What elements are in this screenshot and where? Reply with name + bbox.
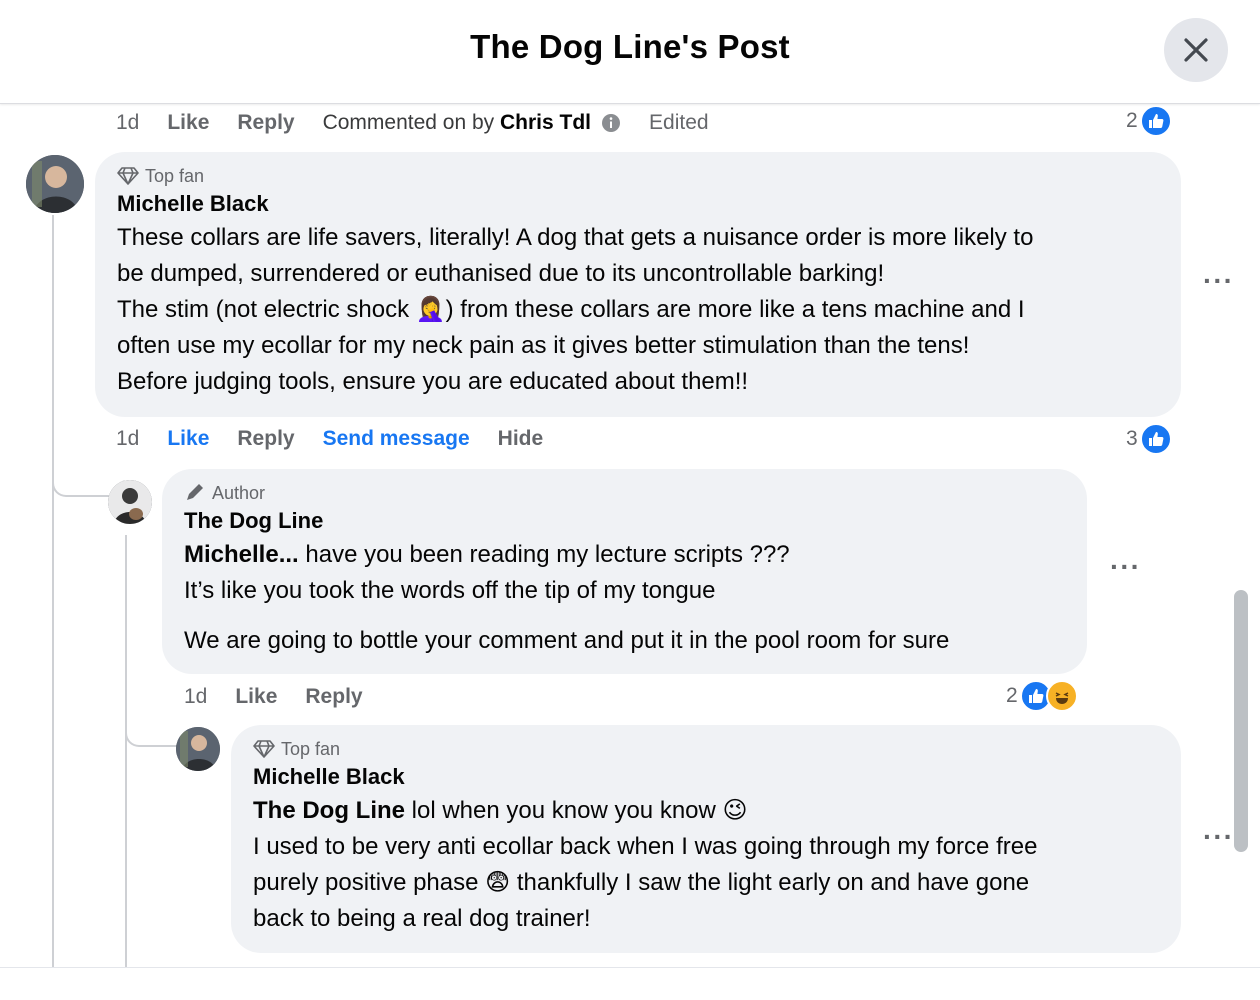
badge-label: Top fan <box>145 165 205 186</box>
author-badge: Author <box>184 481 1065 505</box>
prev-comment-actions: 1d Like Reply Commented on by Chris Tdl … <box>116 107 737 139</box>
like-link[interactable]: Like <box>235 685 277 709</box>
haha-reaction-icon <box>1045 680 1078 712</box>
close-icon <box>1184 38 1208 62</box>
diamond-icon <box>117 167 139 185</box>
scrollbar[interactable] <box>1234 590 1248 852</box>
more-options-button[interactable]: ··· <box>1110 551 1141 583</box>
comment-line: The stim (not electric shock 🤦‍♀️) from … <box>117 296 1025 323</box>
comment-line: We are going to bottle your comment and … <box>184 627 950 654</box>
top-fan-badge: Top fan <box>117 164 1159 188</box>
post-header: The Dog Line's Post <box>0 0 1260 104</box>
diamond-icon <box>253 740 275 758</box>
timestamp: 1d <box>116 427 140 450</box>
comment-line: Michelle... have you been reading my lec… <box>184 537 1065 573</box>
mention[interactable]: Michelle... <box>184 541 299 568</box>
reply-actions: 1d Like Reply <box>184 681 391 713</box>
comment-line: be dumped, surrendered or euthanised due… <box>117 260 885 287</box>
comment-line: back to being a real dog trainer! <box>253 905 591 932</box>
reaction-summary[interactable]: 3 <box>1126 423 1172 455</box>
page-title: The Dog Line's Post <box>470 28 790 65</box>
comment-bubble: Top fan Michelle Black These collars are… <box>95 152 1181 417</box>
comment-line: These collars are life savers, literally… <box>117 224 1034 251</box>
pencil-icon <box>187 484 203 500</box>
thread-line <box>52 445 110 497</box>
reaction-summary[interactable]: 2 <box>1126 105 1172 137</box>
comment-text: These collars are life savers, literally… <box>117 220 1159 400</box>
reply-bubble: Author The Dog Line Michelle... have you… <box>162 469 1087 674</box>
reply-link[interactable]: Reply <box>237 427 294 451</box>
comment-author[interactable]: The Dog Line <box>184 505 1065 537</box>
timestamp: 1d <box>184 685 208 708</box>
avatar[interactable] <box>108 480 152 524</box>
avatar[interactable] <box>176 727 220 771</box>
comment-line: It’s like you took the words off the tip… <box>184 577 716 604</box>
like-link[interactable]: Like <box>167 427 209 451</box>
commented-on-label: Commented on by Chris Tdl <box>323 111 591 135</box>
more-options-button[interactable]: ··· <box>1203 265 1234 297</box>
reply-link[interactable]: Reply <box>305 685 362 709</box>
reaction-count: 3 <box>1126 427 1138 450</box>
like-reaction-icon <box>1139 423 1172 455</box>
reaction-count: 2 <box>1126 109 1138 132</box>
hide-link[interactable]: Hide <box>498 427 544 451</box>
thread-line <box>125 535 127 967</box>
comment-line: Before judging tools, ensure you are edu… <box>117 368 749 395</box>
reply-bubble: Top fan Michelle Black The Dog Line lol … <box>231 725 1181 953</box>
mention[interactable]: The Dog Line <box>253 797 405 824</box>
comment-line: often use my ecollar for my neck pain as… <box>117 332 970 359</box>
comments-scroll-area[interactable]: 1d Like Reply Commented on by Chris Tdl … <box>0 105 1260 967</box>
comment-text: Michelle... have you been reading my lec… <box>184 537 1065 659</box>
comment-composer-bar <box>0 967 1260 1000</box>
like-reaction-icon <box>1139 105 1172 137</box>
comment-line: The Dog Line lol when you know you know … <box>253 793 1159 829</box>
reply-link[interactable]: Reply <box>237 111 294 135</box>
comment-author[interactable]: Michelle Black <box>117 188 1159 220</box>
comment-line: purely positive phase 😨 thankfully I saw… <box>253 869 1030 896</box>
thread-line <box>125 695 177 747</box>
top-fan-badge: Top fan <box>253 737 1159 761</box>
reaction-summary[interactable]: 2 <box>1006 680 1078 712</box>
comment-line: I used to be very anti ecollar back when… <box>253 833 1038 860</box>
close-button[interactable] <box>1164 18 1228 82</box>
comment-actions: 1d Like Reply Send message Hide <box>116 423 571 455</box>
badge-label: Top fan <box>281 738 341 759</box>
like-link[interactable]: Like <box>167 111 209 135</box>
comment-text: The Dog Line lol when you know you know … <box>253 793 1159 937</box>
avatar[interactable] <box>26 155 84 213</box>
reaction-count: 2 <box>1006 684 1018 707</box>
commenter-name[interactable]: Chris Tdl <box>500 111 591 134</box>
thread-line <box>52 215 54 967</box>
timestamp: 1d <box>116 111 140 134</box>
send-message-link[interactable]: Send message <box>323 427 470 451</box>
badge-label: Author <box>212 482 266 503</box>
edited-label: Edited <box>649 111 709 134</box>
info-icon[interactable] <box>601 113 621 133</box>
more-options-button[interactable]: ··· <box>1203 821 1234 853</box>
comment-line-text: have you been reading my lecture scripts… <box>298 541 790 568</box>
commented-on-text: Commented on by <box>322 111 495 134</box>
comment-line-text: lol when you know you know 😉 <box>405 797 748 824</box>
comment-author[interactable]: Michelle Black <box>253 761 1159 793</box>
